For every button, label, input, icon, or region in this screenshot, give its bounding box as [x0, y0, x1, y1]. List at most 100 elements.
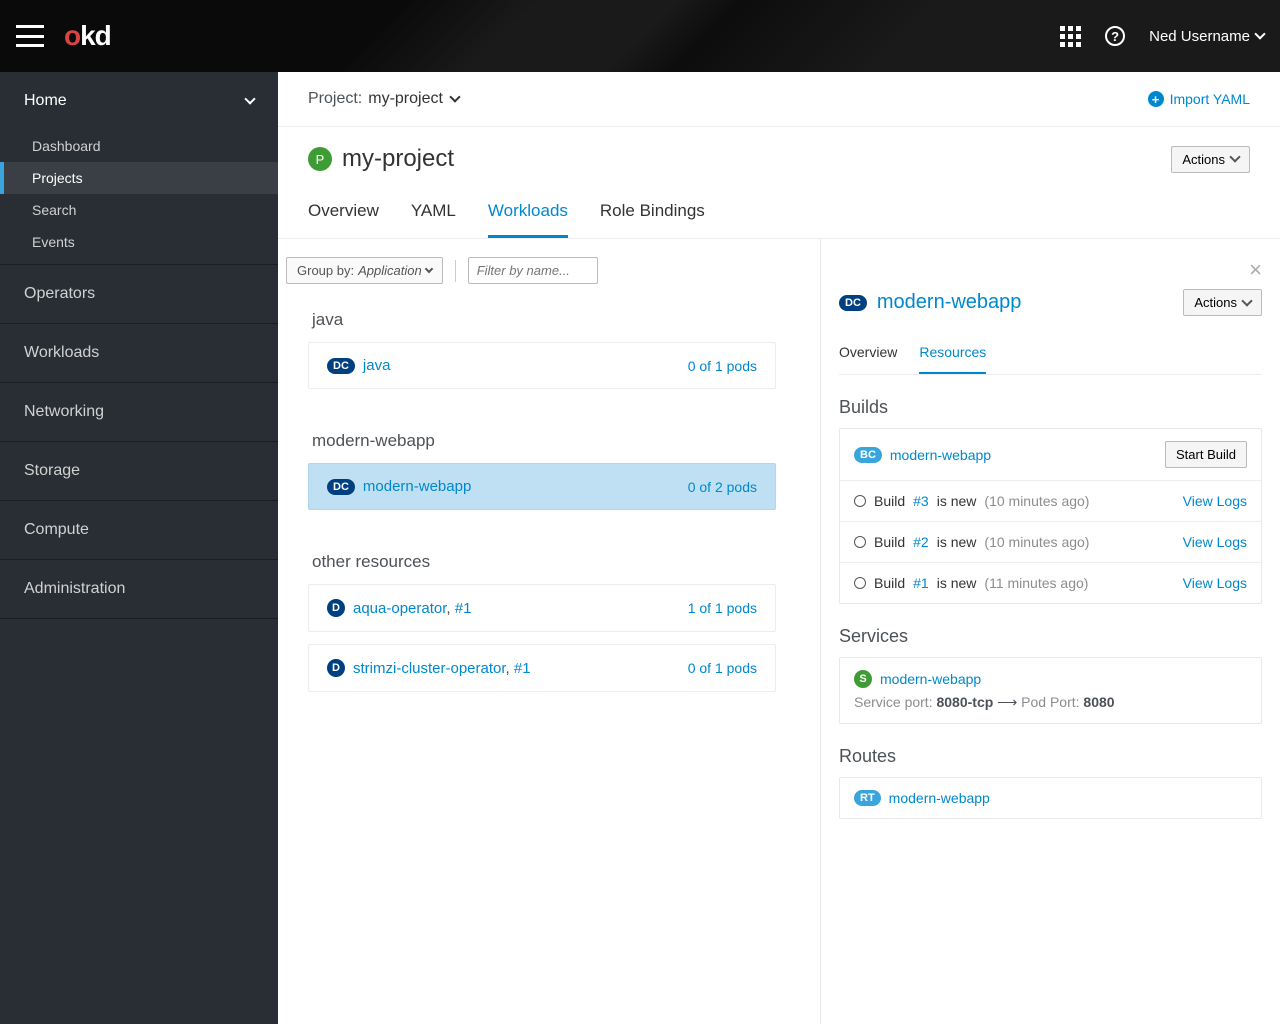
workload-name: aqua-operator, #1 [353, 600, 471, 617]
page-tabs: Overview YAML Workloads Role Bindings [278, 179, 1280, 239]
import-yaml-label: Import YAML [1170, 91, 1250, 107]
help-icon[interactable]: ? [1105, 26, 1125, 46]
workload-card-strimzi[interactable]: D strimzi-cluster-operator, #1 0 of 1 po… [308, 644, 776, 692]
import-yaml-button[interactable]: + Import YAML [1148, 91, 1250, 107]
sidebar: Home Dashboard Projects Search Events Op… [0, 72, 278, 1024]
workload-pods: 0 of 2 pods [688, 479, 757, 495]
detail-tabs: Overview Resources [839, 334, 1262, 375]
tab-role-bindings[interactable]: Role Bindings [600, 191, 705, 238]
start-build-button[interactable]: Start Build [1165, 441, 1247, 468]
workload-card-aqua-operator[interactable]: D aqua-operator, #1 1 of 1 pods [308, 584, 776, 632]
build-link[interactable]: #2 [913, 534, 929, 550]
page-actions-button[interactable]: Actions [1171, 146, 1250, 173]
status-circle-icon [854, 536, 866, 548]
nav-storage[interactable]: Storage [0, 442, 278, 500]
build-label: Build [874, 493, 905, 509]
detail-tab-resources[interactable]: Resources [919, 334, 986, 374]
plus-circle-icon: + [1148, 91, 1164, 107]
build-label: Build [874, 575, 905, 591]
tab-workloads[interactable]: Workloads [488, 191, 568, 238]
builds-section-title: Builds [839, 397, 1262, 418]
detail-title[interactable]: modern-webapp [877, 291, 1022, 314]
apps-icon[interactable] [1060, 26, 1081, 47]
workload-card-modern-webapp[interactable]: DC modern-webapp 0 of 2 pods [308, 463, 776, 510]
page-title: my-project [342, 145, 454, 173]
nav-workloads[interactable]: Workloads [0, 324, 278, 382]
chevron-down-icon [1241, 295, 1252, 306]
tab-overview[interactable]: Overview [308, 191, 379, 238]
actions-label: Actions [1194, 295, 1237, 310]
divider [455, 260, 456, 282]
user-menu[interactable]: Ned Username [1149, 28, 1264, 45]
status-circle-icon [854, 577, 866, 589]
group-title: java [308, 298, 820, 342]
hamburger-icon[interactable] [16, 25, 44, 47]
view-logs-link[interactable]: View Logs [1183, 493, 1247, 509]
nav-administration[interactable]: Administration [0, 560, 278, 618]
project-bar: Project: my-project + Import YAML [278, 72, 1280, 127]
username-label: Ned Username [1149, 28, 1250, 45]
nav-home-label: Home [24, 92, 67, 110]
build-status: is new [937, 534, 977, 550]
nav-search[interactable]: Search [0, 194, 278, 226]
nav-projects[interactable]: Projects [0, 162, 278, 194]
workload-pods: 1 of 1 pods [688, 600, 757, 616]
workload-pods: 0 of 1 pods [688, 358, 757, 374]
group-by-value: Application [358, 263, 422, 278]
logo[interactable]: okd [64, 20, 111, 52]
build-time: (11 minutes ago) [984, 575, 1088, 591]
chevron-down-icon [1254, 28, 1265, 39]
d-badge-icon: D [327, 659, 345, 677]
service-ports: Service port: 8080-tcp ⟶ Pod Port: 8080 [840, 694, 1261, 723]
build-time: (10 minutes ago) [984, 493, 1089, 509]
build-time: (10 minutes ago) [984, 534, 1089, 550]
build-link[interactable]: #1 [913, 575, 929, 591]
build-link[interactable]: #3 [913, 493, 929, 509]
detail-panel: × DC modern-webapp Actions Overview Reso… [820, 239, 1280, 1024]
project-label: Project: [308, 90, 362, 108]
chevron-down-icon [424, 264, 432, 272]
workload-name: strimzi-cluster-operator, #1 [353, 660, 531, 677]
route-link[interactable]: modern-webapp [889, 790, 990, 806]
nav-home[interactable]: Home [0, 72, 278, 130]
dc-badge-icon: DC [327, 358, 355, 374]
d-badge-icon: D [327, 599, 345, 617]
nav-networking[interactable]: Networking [0, 383, 278, 441]
group-by-label: Group by: [297, 263, 354, 278]
view-logs-link[interactable]: View Logs [1183, 534, 1247, 550]
nav-dashboard[interactable]: Dashboard [0, 130, 278, 162]
detail-actions-button[interactable]: Actions [1183, 289, 1262, 316]
filter-input[interactable] [468, 257, 598, 284]
service-badge-icon: S [854, 670, 872, 688]
tab-yaml[interactable]: YAML [411, 191, 456, 238]
workload-name: java [363, 357, 391, 374]
nav-operators[interactable]: Operators [0, 265, 278, 323]
actions-label: Actions [1182, 152, 1225, 167]
chevron-down-icon [244, 93, 255, 104]
close-icon[interactable]: × [1249, 257, 1262, 282]
workload-pods: 0 of 1 pods [688, 660, 757, 676]
chevron-down-icon[interactable] [449, 91, 460, 102]
workload-name: modern-webapp [363, 478, 471, 495]
nav-events[interactable]: Events [0, 226, 278, 264]
arrow-right-icon: ⟶ [997, 694, 1017, 711]
build-row: Build #1 is new (11 minutes ago) View Lo… [840, 563, 1261, 603]
services-section-title: Services [839, 626, 1262, 647]
service-link[interactable]: modern-webapp [880, 671, 981, 687]
buildconfig-link[interactable]: modern-webapp [890, 447, 991, 463]
bc-badge-icon: BC [854, 447, 882, 463]
build-status: is new [937, 493, 977, 509]
workload-card-java[interactable]: DC java 0 of 1 pods [308, 342, 776, 389]
nav-compute[interactable]: Compute [0, 501, 278, 559]
group-by-selector[interactable]: Group by: Application [286, 257, 443, 284]
view-logs-link[interactable]: View Logs [1183, 575, 1247, 591]
group-title: other resources [308, 540, 820, 584]
build-label: Build [874, 534, 905, 550]
status-circle-icon [854, 495, 866, 507]
project-selector[interactable]: my-project [368, 90, 443, 108]
routes-panel: RT modern-webapp [839, 777, 1262, 819]
project-badge-icon: P [308, 147, 332, 171]
page-header: P my-project Actions [278, 127, 1280, 179]
workloads-list: Group by: Application java DC java 0 of … [278, 239, 820, 1024]
detail-tab-overview[interactable]: Overview [839, 334, 897, 374]
